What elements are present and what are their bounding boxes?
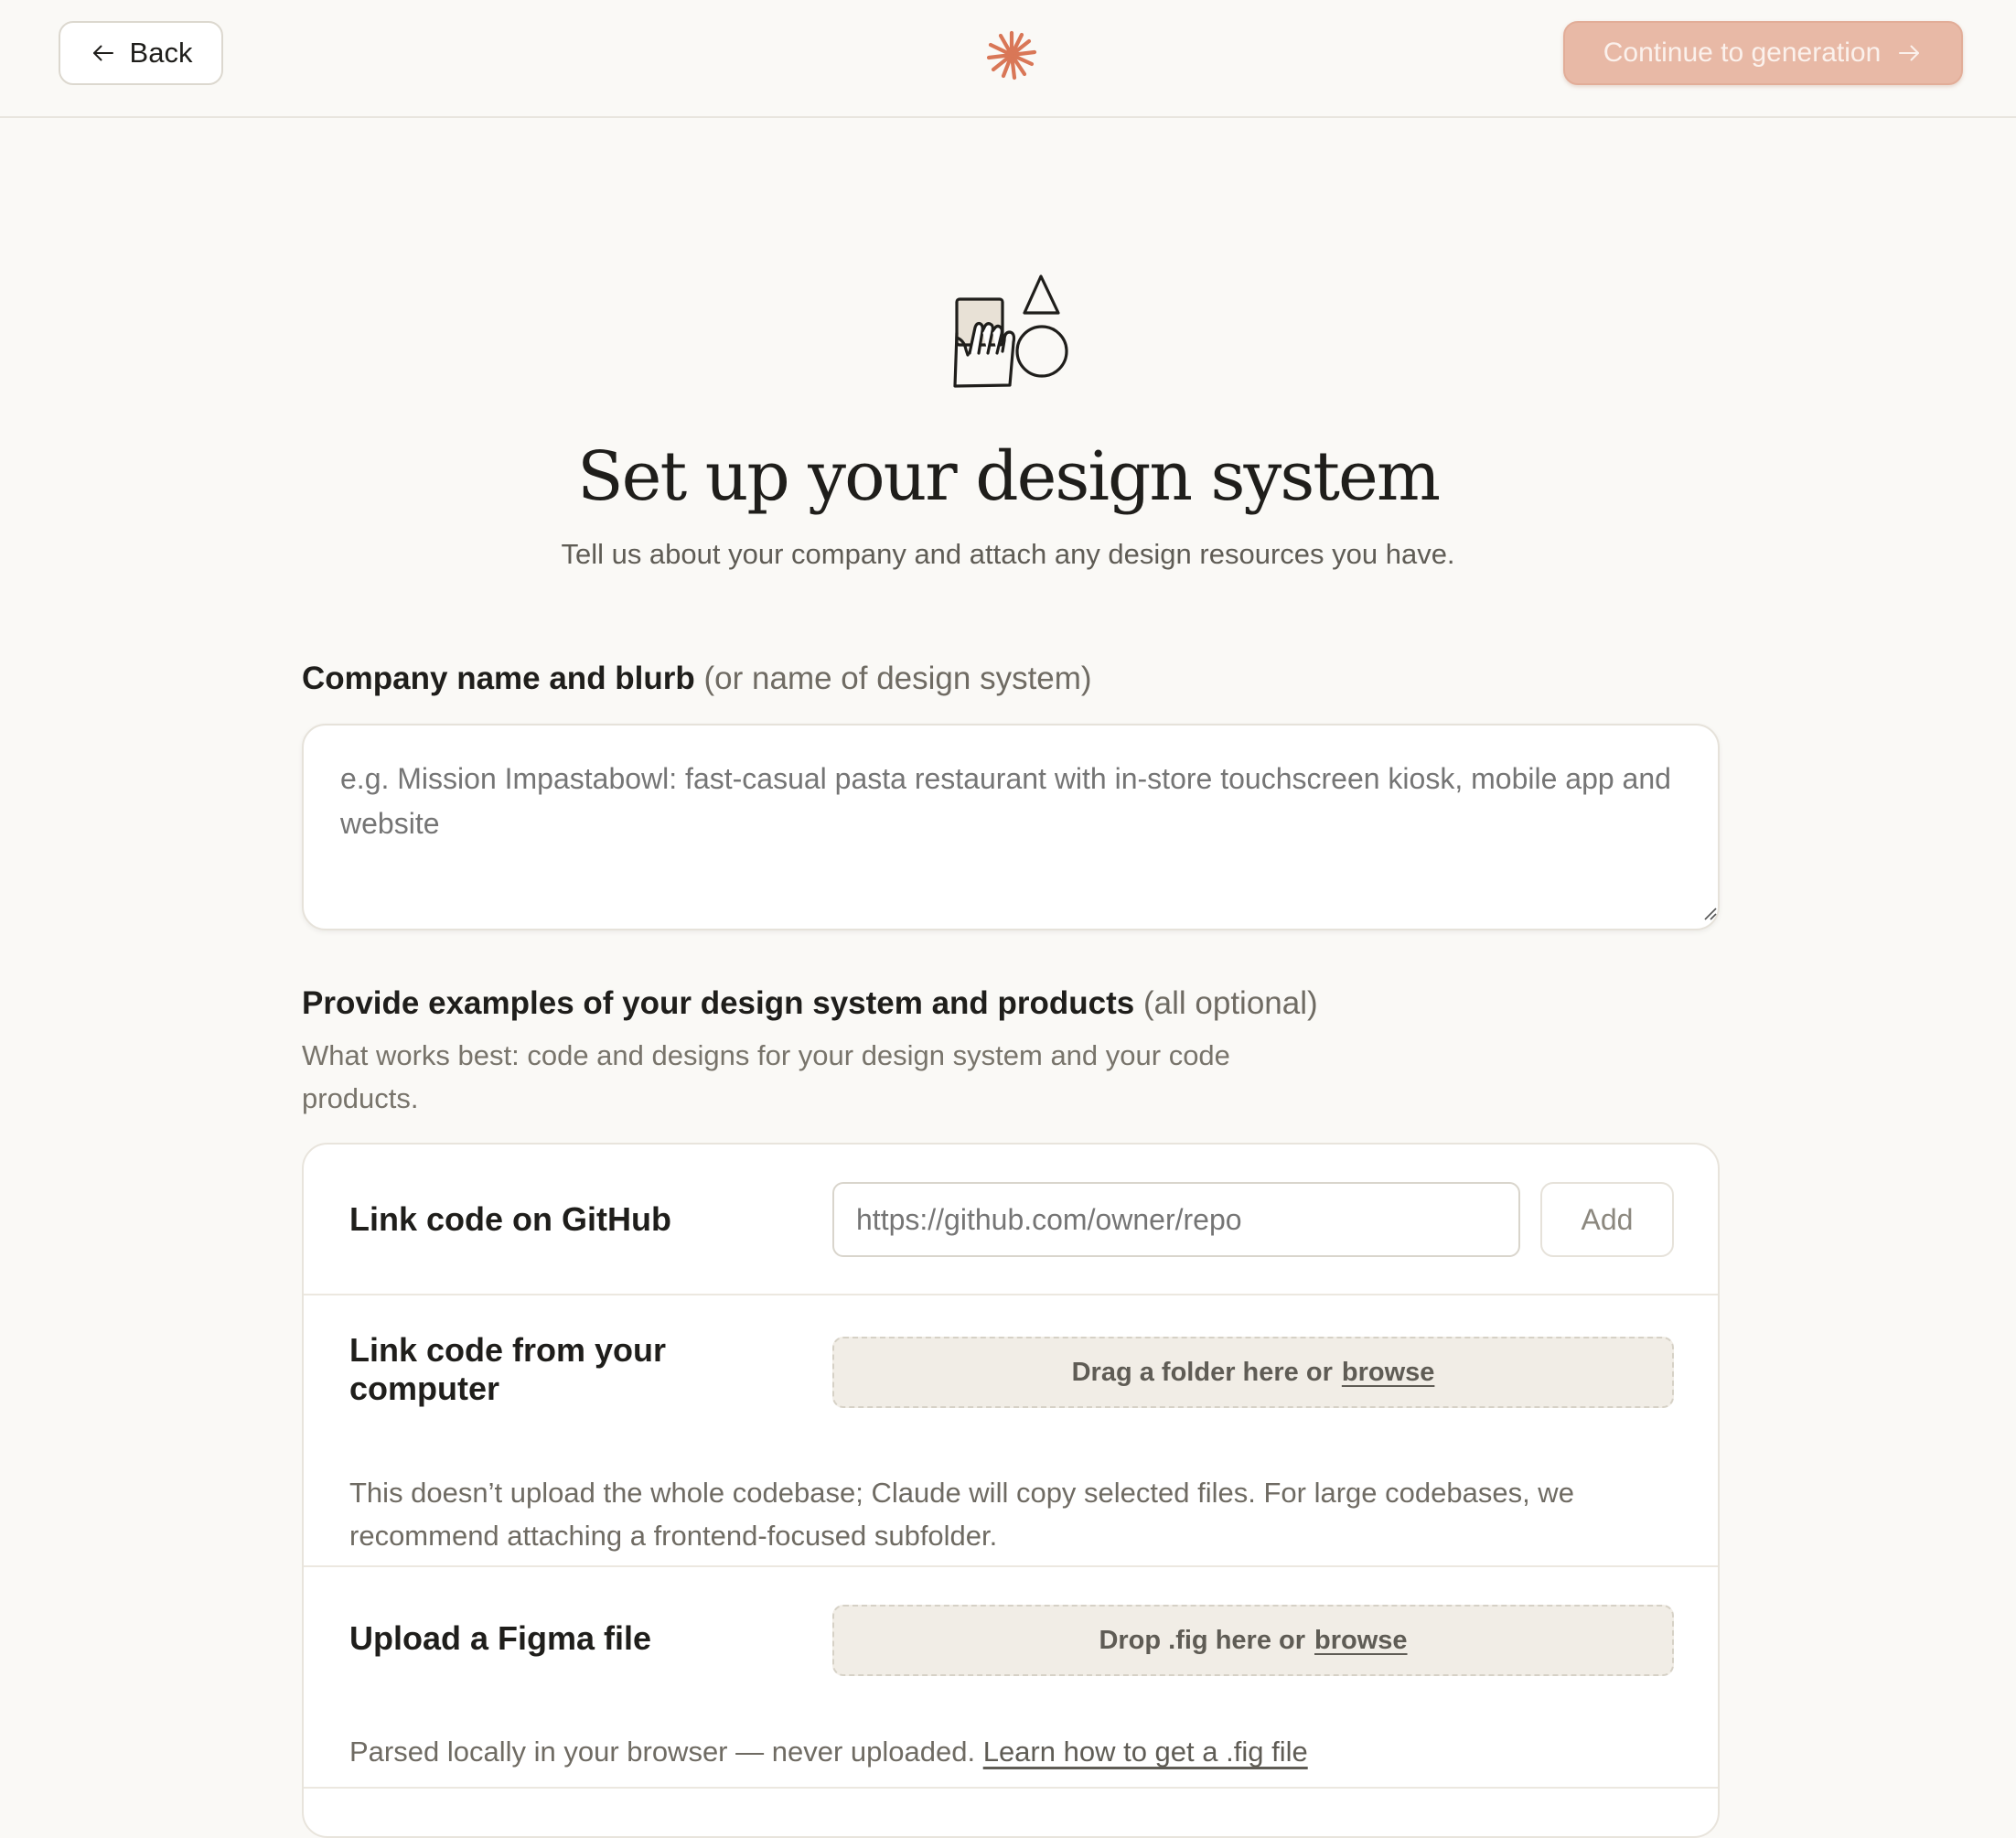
github-url-input[interactable] [832, 1182, 1520, 1257]
row-divider [304, 1787, 1718, 1789]
page-title: Set up your design system [576, 437, 1441, 516]
back-button-label: Back [129, 37, 193, 69]
company-field-label: Company name and blurb (or name of desig… [302, 661, 1092, 697]
figma-note: Parsed locally in your browser — never u… [349, 1730, 1685, 1773]
figma-dropzone[interactable]: Drop .fig here or browse [832, 1605, 1674, 1676]
examples-description: What works best: code and designs for yo… [302, 1039, 1230, 1114]
figma-row-label: Upload a Figma file [349, 1619, 652, 1657]
learn-fig-file-link[interactable]: Learn how to get a .fig file [983, 1736, 1308, 1768]
top-bar: Back Continue to generation [0, 0, 2016, 118]
company-label-hint: (or name of design system) [703, 661, 1092, 696]
hand-holding-shapes-icon [953, 274, 1068, 388]
company-label-text: Company name and blurb [302, 661, 695, 696]
arrow-right-icon [1899, 45, 1920, 61]
company-blurb-input[interactable] [302, 724, 1720, 930]
resources-card: Link code on GitHub Add Link code from y… [302, 1143, 1720, 1838]
figma-dropzone-text: Drop .fig here or [1099, 1625, 1306, 1655]
back-button[interactable]: Back [59, 21, 223, 85]
page-subtitle: Tell us about your company and attach an… [561, 538, 1455, 570]
continue-to-generation-button[interactable]: Continue to generation [1563, 21, 1963, 85]
figma-browse-link[interactable]: browse [1314, 1626, 1408, 1656]
local-code-note: This doesn’t upload the whole codebase; … [349, 1477, 1574, 1552]
folder-browse-link[interactable]: browse [1342, 1358, 1435, 1388]
resize-handle-icon[interactable] [1702, 906, 1717, 920]
figma-note-text: Parsed locally in your browser — never u… [349, 1736, 976, 1768]
row-divider [304, 1565, 1718, 1567]
folder-dropzone[interactable]: Drag a folder here or browse [832, 1337, 1674, 1408]
add-github-button[interactable]: Add [1540, 1182, 1674, 1257]
local-code-row-label: Link code from your computer [349, 1331, 667, 1407]
claude-logo-icon [986, 30, 1037, 81]
arrow-left-icon [92, 45, 113, 61]
examples-label-text: Provide examples of your design system a… [302, 985, 1135, 1021]
github-row-label: Link code on GitHub [349, 1200, 671, 1238]
row-divider [304, 1294, 1718, 1295]
examples-label-hint: (all optional) [1143, 985, 1318, 1021]
continue-button-label: Continue to generation [1603, 38, 1882, 68]
examples-section-label: Provide examples of your design system a… [302, 985, 1318, 1022]
folder-dropzone-text: Drag a folder here or [1071, 1357, 1333, 1387]
